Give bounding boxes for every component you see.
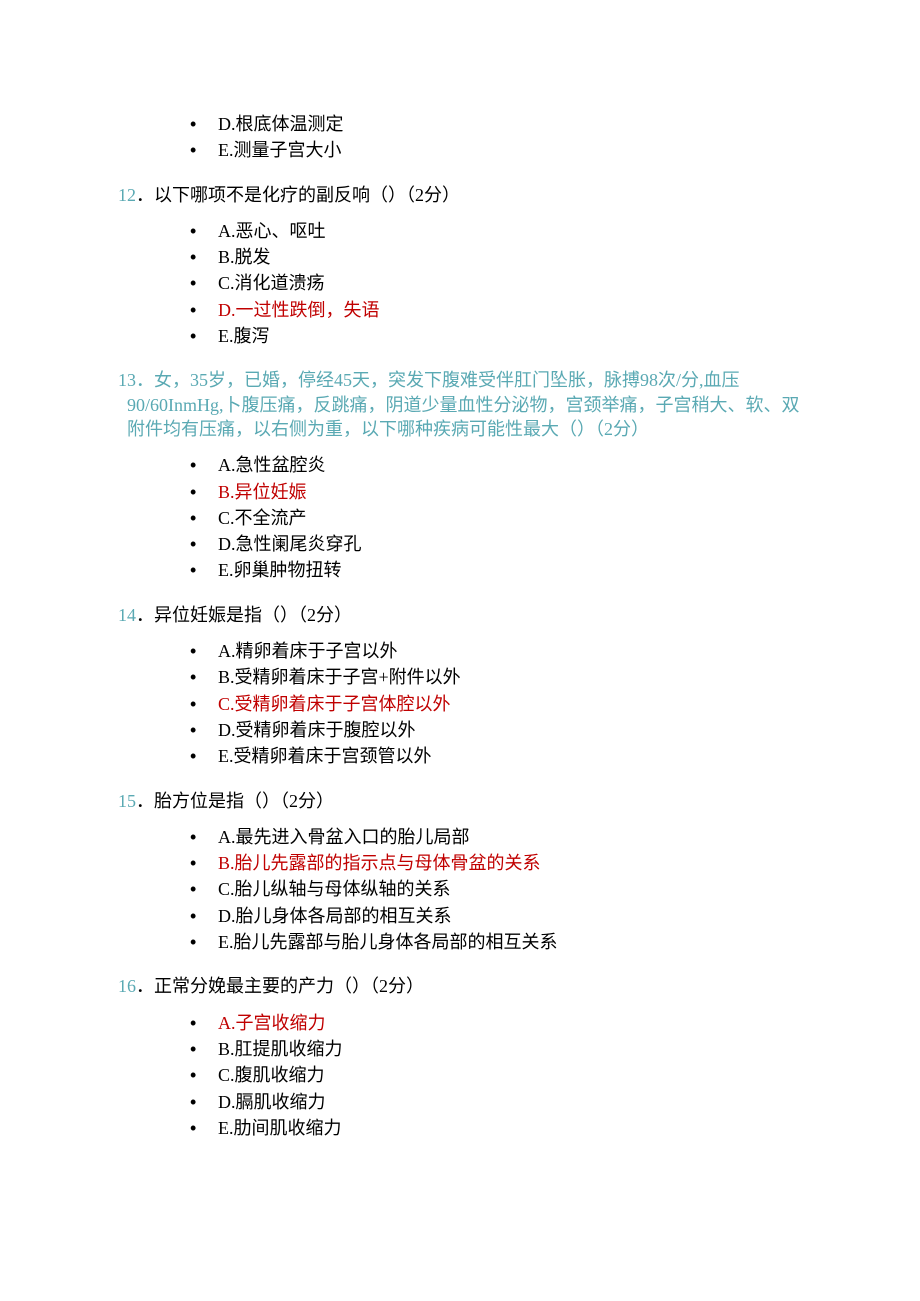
option-text: B.脱发 <box>218 247 271 267</box>
list-item: B.受精卵着床于子宫+附件以外 <box>190 665 802 689</box>
list-item: D.受精卵着床于腹腔以外 <box>190 718 802 742</box>
list-item: C.消化道溃疡 <box>190 271 802 295</box>
question-number: 14 <box>118 605 136 625</box>
question-16: 16．正常分娩最主要的产力（）（2分） <box>118 974 802 998</box>
option-text: B.胎儿先露部的指示点与母体骨盆的关系 <box>218 853 541 873</box>
option-text: C.不全流产 <box>218 508 307 528</box>
list-item: C.胎儿纵轴与母体纵轴的关系 <box>190 877 802 901</box>
question-12: 12．以下哪项不是化疗的副反响（）（2分） <box>118 183 802 207</box>
question-14-options: A.精卵着床于子宫以外 B.受精卵着床于子宫+附件以外 C.受精卵着床于子宫体腔… <box>118 639 802 768</box>
question-15-options: A.最先进入骨盆入口的胎儿局部 B.胎儿先露部的指示点与母体骨盆的关系 C.胎儿… <box>118 825 802 954</box>
question-number: 12 <box>118 185 136 205</box>
option-text: C.腹肌收缩力 <box>218 1065 325 1085</box>
list-item: B.异位妊娠 <box>190 480 802 504</box>
question-13: 13．女，35岁，已婚，停经45天，突发下腹难受伴肛门坠胀，脉搏98次/分,血压… <box>118 368 802 441</box>
question-number: 13 <box>118 370 136 390</box>
option-text: D.根底体温测定 <box>218 114 344 134</box>
list-item: C.腹肌收缩力 <box>190 1063 802 1087</box>
option-text: A.急性盆腔炎 <box>218 455 326 475</box>
list-item: E.测量子宫大小 <box>190 138 802 162</box>
list-item: A.子宫收缩力 <box>190 1011 802 1035</box>
list-item: B.胎儿先露部的指示点与母体骨盆的关系 <box>190 851 802 875</box>
option-text: D.急性阑尾炎穿孔 <box>218 534 362 554</box>
option-text: E.腹泻 <box>218 326 270 346</box>
list-item: D.一过性跌倒，失语 <box>190 298 802 322</box>
list-item: A.最先进入骨盆入口的胎儿局部 <box>190 825 802 849</box>
list-item: E.胎儿先露部与胎儿身体各局部的相互关系 <box>190 930 802 954</box>
option-text: C.胎儿纵轴与母体纵轴的关系 <box>218 879 451 899</box>
option-text: E.胎儿先露部与胎儿身体各局部的相互关系 <box>218 932 558 952</box>
question-stem: ．正常分娩最主要的产力（）（2分） <box>136 976 424 996</box>
list-item: D.胎儿身体各局部的相互关系 <box>190 904 802 928</box>
option-text: A.恶心、呕吐 <box>218 221 326 241</box>
option-text: B.肛提肌收缩力 <box>218 1039 343 1059</box>
question-stem: ．女，35岁，已婚，停经45天，突发下腹难受伴肛门坠胀，脉搏98次/分,血压90… <box>127 370 800 439</box>
option-text: D.受精卵着床于腹腔以外 <box>218 720 416 740</box>
list-item: C.不全流产 <box>190 506 802 530</box>
option-text: E.肋间肌收缩力 <box>218 1118 342 1138</box>
list-item: C.受精卵着床于子宫体腔以外 <box>190 692 802 716</box>
option-text: A.精卵着床于子宫以外 <box>218 641 398 661</box>
option-text: E.测量子宫大小 <box>218 140 342 160</box>
question-16-options: A.子宫收缩力 B.肛提肌收缩力 C.腹肌收缩力 D.膈肌收缩力 E.肋间肌收缩… <box>118 1011 802 1140</box>
question-stem: ．胎方位是指（）（2分） <box>136 791 334 811</box>
list-item: A.恶心、呕吐 <box>190 219 802 243</box>
option-text: B.异位妊娠 <box>218 482 307 502</box>
option-text: A.最先进入骨盆入口的胎儿局部 <box>218 827 470 847</box>
list-item: A.急性盆腔炎 <box>190 453 802 477</box>
list-item: D.根底体温测定 <box>190 112 802 136</box>
option-text: D.一过性跌倒，失语 <box>218 300 380 320</box>
list-item: E.肋间肌收缩力 <box>190 1116 802 1140</box>
question-12-options: A.恶心、呕吐 B.脱发 C.消化道溃疡 D.一过性跌倒，失语 E.腹泻 <box>118 219 802 348</box>
question-14: 14．异位妊娠是指（）（2分） <box>118 603 802 627</box>
question-13-options: A.急性盆腔炎 B.异位妊娠 C.不全流产 D.急性阑尾炎穿孔 E.卵巢肿物扭转 <box>118 453 802 582</box>
option-text: A.子宫收缩力 <box>218 1013 326 1033</box>
prev-question-options: D.根底体温测定 E.测量子宫大小 <box>118 112 802 163</box>
list-item: D.膈肌收缩力 <box>190 1090 802 1114</box>
option-text: D.膈肌收缩力 <box>218 1092 326 1112</box>
page-content: D.根底体温测定 E.测量子宫大小 12．以下哪项不是化疗的副反响（）（2分） … <box>0 0 920 1240</box>
list-item: E.受精卵着床于宫颈管以外 <box>190 744 802 768</box>
question-stem: ．异位妊娠是指（）（2分） <box>136 605 352 625</box>
option-text: B.受精卵着床于子宫+附件以外 <box>218 667 461 687</box>
option-text: E.受精卵着床于宫颈管以外 <box>218 746 432 766</box>
list-item: B.肛提肌收缩力 <box>190 1037 802 1061</box>
option-text: D.胎儿身体各局部的相互关系 <box>218 906 452 926</box>
question-number: 15 <box>118 791 136 811</box>
option-text: C.受精卵着床于子宫体腔以外 <box>218 694 451 714</box>
question-15: 15．胎方位是指（）（2分） <box>118 789 802 813</box>
list-item: D.急性阑尾炎穿孔 <box>190 532 802 556</box>
option-text: C.消化道溃疡 <box>218 273 325 293</box>
option-text: E.卵巢肿物扭转 <box>218 560 342 580</box>
question-stem: ．以下哪项不是化疗的副反响（）（2分） <box>136 185 460 205</box>
list-item: E.卵巢肿物扭转 <box>190 558 802 582</box>
list-item: E.腹泻 <box>190 324 802 348</box>
list-item: B.脱发 <box>190 245 802 269</box>
question-number: 16 <box>118 976 136 996</box>
list-item: A.精卵着床于子宫以外 <box>190 639 802 663</box>
